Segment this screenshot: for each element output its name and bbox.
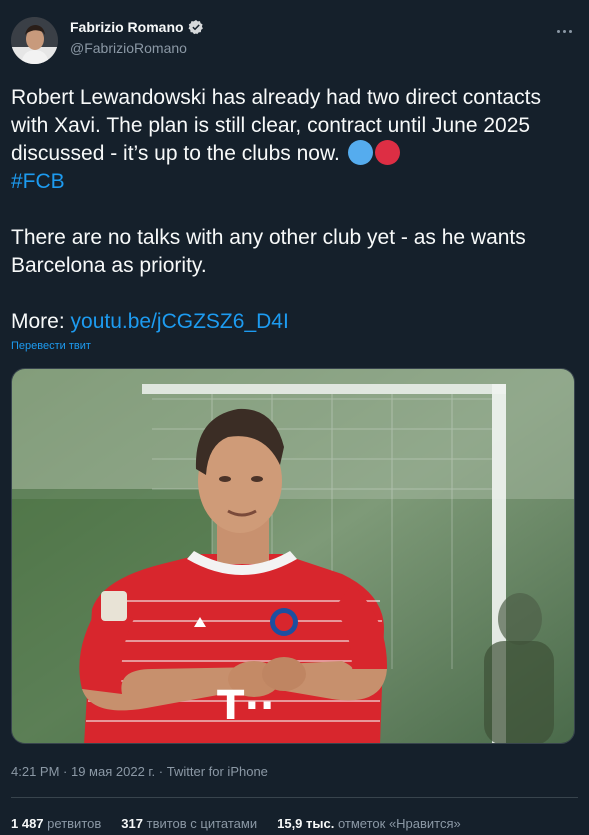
tweet-time[interactable]: 4:21 PM	[11, 764, 59, 779]
avatar[interactable]	[11, 17, 58, 64]
translate-tweet-link[interactable]: Перевести твит	[11, 340, 91, 352]
tweet-paragraph-3: More: youtu.be/jCGZSZ6_D4I	[11, 308, 576, 336]
jersey-sponsor-text: T··	[217, 683, 275, 729]
dot-icon	[556, 29, 560, 33]
meta-separator: ·	[155, 764, 167, 779]
tweet-paragraph-2: There are no talks with any other club y…	[11, 226, 526, 277]
more-options-button[interactable]	[553, 22, 575, 40]
red-circle-emoji-icon	[374, 140, 400, 165]
likes-stat[interactable]: 15,9 тыс. отметок «Нравится»	[277, 816, 461, 831]
verified-badge-icon	[188, 20, 203, 35]
player-photo: T··	[12, 369, 574, 743]
name-row: Fabrizio Romano	[70, 19, 204, 35]
display-name[interactable]: Fabrizio Romano	[70, 19, 184, 35]
tweet-meta: 4:21 PM · 19 мая 2022 г. · Twitter for i…	[11, 764, 268, 779]
dot-icon	[568, 29, 572, 33]
tweet-paragraph-1: Robert Lewandowski has already had two d…	[11, 84, 576, 196]
author-info: Fabrizio Romano @FabrizioRomano	[70, 19, 204, 56]
more-label: More:	[11, 310, 65, 333]
likes-count: 15,9 тыс.	[277, 816, 335, 831]
youtube-link[interactable]: youtu.be/jCGZSZ6_D4I	[71, 310, 289, 333]
quotes-count: 317	[121, 816, 143, 831]
likes-label: отметок «Нравится»	[337, 816, 461, 831]
avatar-image	[11, 17, 58, 64]
engagement-stats: 1 487 ретвитов 317 твитов с цитатами 15,…	[11, 816, 461, 831]
retweets-label: ретвитов	[47, 816, 102, 831]
divider	[11, 797, 578, 798]
tweet-date[interactable]: 19 мая 2022 г.	[71, 764, 155, 779]
blue-circle-emoji-icon	[347, 140, 373, 165]
retweets-count: 1 487	[11, 816, 44, 831]
tweet: Fabrizio Romano @FabrizioRomano Robert L…	[0, 0, 589, 835]
quotes-stat[interactable]: 317 твитов с цитатами	[121, 816, 257, 831]
dot-icon	[562, 29, 566, 33]
quotes-label: твитов с цитатами	[146, 816, 258, 831]
tweet-source[interactable]: Twitter for iPhone	[167, 764, 268, 779]
meta-separator: ·	[59, 764, 71, 779]
retweets-stat[interactable]: 1 487 ретвитов	[11, 816, 101, 831]
handle[interactable]: @FabrizioRomano	[70, 40, 204, 56]
hashtag-link[interactable]: #FCB	[11, 170, 65, 193]
tweet-line-1: Robert Lewandowski has already had two d…	[11, 86, 541, 165]
tweet-text: Robert Lewandowski has already had two d…	[11, 84, 576, 336]
tweet-photo[interactable]: T··	[11, 368, 575, 744]
